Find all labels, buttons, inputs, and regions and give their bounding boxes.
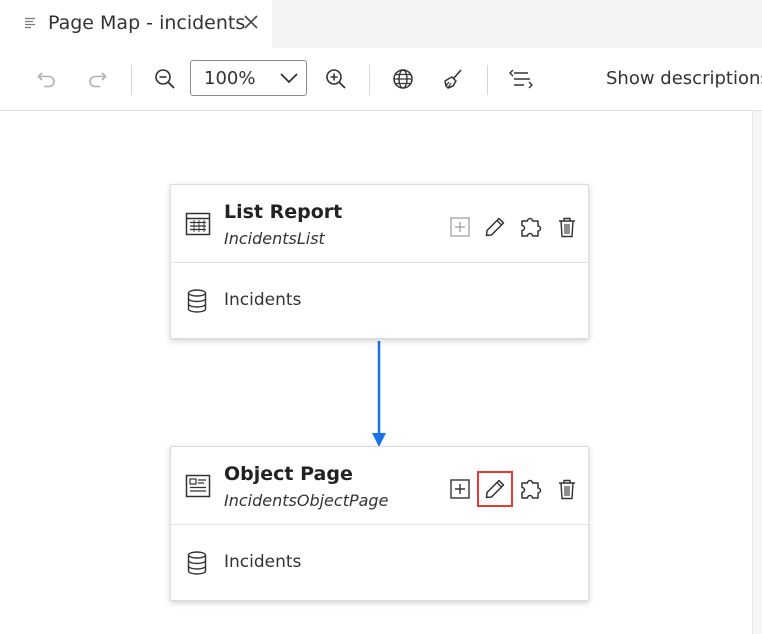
layout-button[interactable]	[506, 64, 536, 94]
table-icon	[185, 212, 211, 236]
brush-icon	[444, 69, 462, 89]
entity-label: Incidents	[224, 290, 302, 310]
zoom-out-icon	[155, 69, 175, 89]
object-page-icon	[185, 474, 211, 498]
trash-icon	[559, 217, 575, 238]
database-icon	[187, 551, 207, 575]
add-section-button[interactable]	[448, 215, 472, 239]
undo-button[interactable]	[32, 64, 62, 94]
page-card-object-page[interactable]: Object Page IncidentsObjectPage Incident…	[170, 446, 589, 601]
delete-page-button[interactable]	[555, 215, 579, 239]
page-map-canvas: List Report IncidentsList Incidents Obje…	[0, 111, 752, 634]
database-icon	[187, 289, 207, 313]
zoom-out-button[interactable]	[150, 64, 180, 94]
tab-page-map[interactable]: Page Map - incidents	[0, 0, 272, 48]
page-map-toolbar: 100% Show descriptions	[0, 48, 762, 111]
pencil-icon	[485, 217, 505, 237]
editor-tab-bar: Page Map - incidents	[0, 0, 762, 48]
chevron-down-icon	[280, 73, 298, 84]
delete-page-button[interactable]	[555, 477, 579, 501]
page-card-list-report[interactable]: List Report IncidentsList Incidents	[170, 184, 589, 339]
puzzle-icon	[521, 217, 542, 237]
edit-page-button[interactable]	[477, 471, 513, 507]
page-title: Object Page	[224, 463, 353, 485]
globe-button[interactable]	[388, 64, 418, 94]
zoom-select[interactable]: 100%	[190, 60, 307, 96]
vertical-scrollbar[interactable]	[752, 111, 762, 634]
page-id: IncidentsObjectPage	[224, 491, 389, 510]
zoom-in-icon	[326, 69, 346, 89]
add-section-button[interactable]	[448, 477, 472, 501]
card-header: List Report IncidentsList	[171, 185, 588, 263]
undo-icon	[37, 72, 55, 88]
zoom-value: 100%	[204, 68, 256, 89]
file-lines-icon	[25, 17, 35, 29]
redo-button[interactable]	[82, 64, 112, 94]
tab-title: Page Map - incidents	[48, 12, 246, 34]
trash-icon	[559, 479, 575, 500]
entity-row[interactable]: Incidents	[171, 263, 588, 339]
entity-label: Incidents	[224, 552, 302, 572]
page-id: IncidentsList	[224, 229, 325, 248]
close-icon[interactable]	[242, 13, 260, 31]
pencil-icon	[485, 479, 505, 499]
clear-button[interactable]	[438, 64, 468, 94]
add-square-icon	[450, 479, 470, 499]
toolbar-separator	[131, 65, 132, 95]
extension-button[interactable]	[519, 477, 543, 501]
text-wrap-icon	[509, 69, 533, 89]
zoom-in-button[interactable]	[321, 64, 351, 94]
card-header: Object Page IncidentsObjectPage	[171, 447, 588, 525]
globe-icon	[393, 69, 413, 89]
show-descriptions-toggle[interactable]: Show descriptions	[606, 68, 762, 89]
toolbar-separator	[487, 65, 488, 95]
add-square-icon	[450, 217, 470, 237]
edit-page-button[interactable]	[483, 215, 507, 239]
puzzle-icon	[521, 479, 542, 499]
entity-row[interactable]: Incidents	[171, 525, 588, 601]
redo-icon	[89, 72, 107, 88]
toolbar-separator	[369, 65, 370, 95]
page-title: List Report	[224, 201, 343, 223]
extension-button[interactable]	[519, 215, 543, 239]
